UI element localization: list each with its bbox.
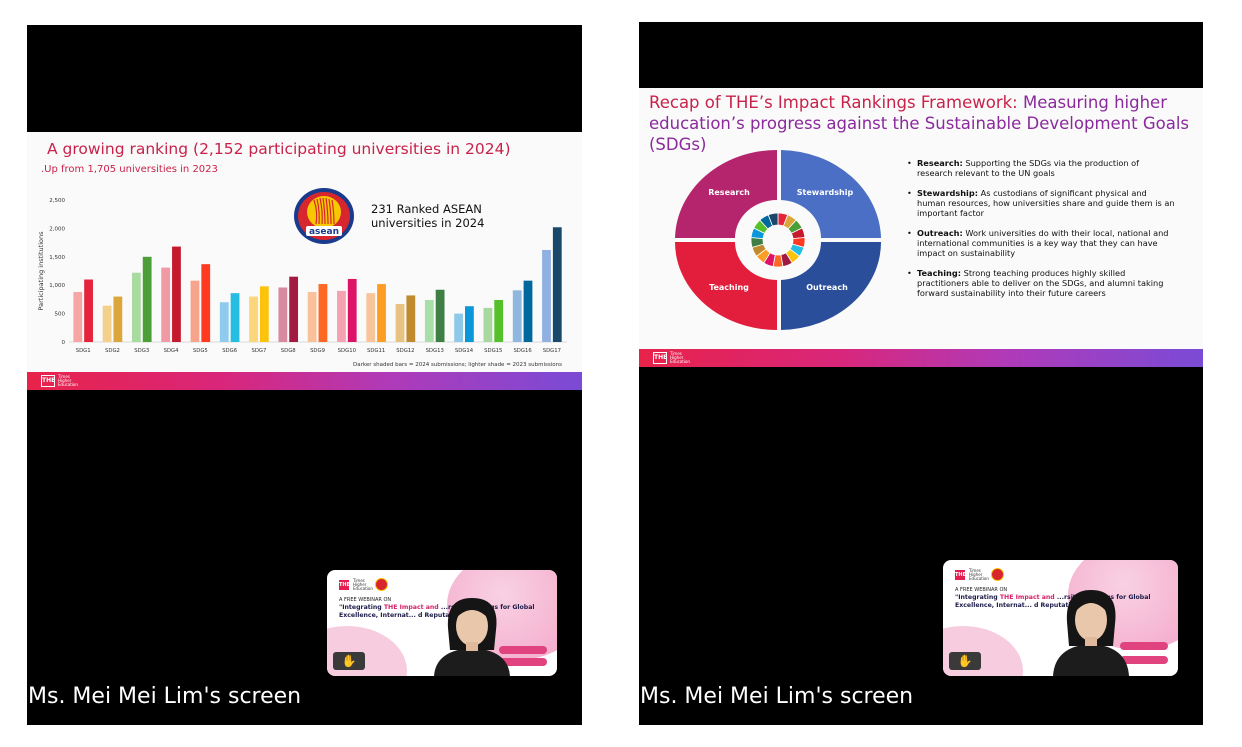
x-tick-label: SDG12 <box>396 348 414 354</box>
screen-share-label: Ms. Mei Mei Lim's screen <box>28 684 302 709</box>
bar-2024-SDG17 <box>552 227 562 342</box>
the-logo: THE Times Higher Education <box>653 351 690 364</box>
speaker-video-thumbnail[interactable]: THE Times Higher Education A FREE WEBINA… <box>943 560 1178 676</box>
x-tick-label: SDG6 <box>222 348 238 354</box>
webinar-line1: A FREE WEBINAR ON <box>339 597 392 603</box>
bar-2023-SDG10 <box>337 290 346 342</box>
bar-2023-SDG15 <box>483 307 493 342</box>
bar-2024-SDG13 <box>435 289 445 342</box>
bar-2024-SDG1 <box>84 279 93 342</box>
bar-2024-SDG2 <box>113 296 123 342</box>
bar-2023-SDG11 <box>366 293 376 342</box>
bar-2024-SDG7 <box>259 286 269 342</box>
raise-hand-icon[interactable]: ✋ <box>333 652 365 670</box>
bullet-teaching: Teaching: Strong teaching produces highl… <box>907 268 1175 298</box>
label-teaching: Teaching <box>709 283 749 292</box>
y-tick-label: 0 <box>62 340 66 346</box>
bar-2024-SDG14 <box>465 306 474 342</box>
webinar-line1: A FREE WEBINAR ON <box>955 587 1008 593</box>
bar-2024-SDG4 <box>172 246 181 342</box>
bar-2024-SDG3 <box>142 256 152 342</box>
slide-footer-bar: THE Times Higher Education <box>27 372 582 390</box>
y-tick-label: 2,000 <box>49 226 65 232</box>
speaker-person <box>434 598 510 676</box>
right-screen-share-panel: Recap of THE’s Impact Rankings Framework… <box>639 22 1203 725</box>
left-screen-share-panel: A growing ranking (2,152 participating u… <box>27 25 582 725</box>
x-tick-label: SDG14 <box>455 348 474 354</box>
bullet-research: Research: Supporting the SDGs via the pr… <box>907 158 1175 178</box>
slide-footer-bar: THE Times Higher Education <box>639 349 1203 367</box>
bar-2024-SDG15 <box>494 299 504 342</box>
raise-hand-icon[interactable]: ✋ <box>949 652 981 670</box>
impact-framework-slide: Recap of THE’s Impact Rankings Framework… <box>639 88 1203 350</box>
y-tick-label: 1,000 <box>49 283 65 289</box>
label-stewardship: Stewardship <box>797 188 854 197</box>
bar-2023-SDG1 <box>73 292 83 342</box>
framework-bullets: Research: Supporting the SDGs via the pr… <box>907 158 1175 308</box>
bar-2024-SDG10 <box>347 278 357 342</box>
bar-2024-SDG8 <box>289 276 299 342</box>
bar-2023-SDG4 <box>161 267 171 342</box>
bar-2023-SDG12 <box>395 303 405 342</box>
bar-2024-SDG9 <box>318 284 328 342</box>
bar-2023-SDG13 <box>424 299 434 342</box>
sdg-bar-chart: Participating institutions 0 500 1,000 1,500… <box>37 198 567 354</box>
x-tick-label: SDG13 <box>426 348 444 354</box>
x-tick-label: SDG9 <box>310 348 325 354</box>
ranking-slide: A growing ranking (2,152 participating u… <box>27 132 582 390</box>
sdg-wheel-diagram: Research Stewardship Teaching Outreach <box>675 150 881 330</box>
x-tick-label: SDG5 <box>193 348 208 354</box>
webinar-logos: THE Times Higher Education <box>955 568 1004 581</box>
x-tick-label: SDG3 <box>134 348 149 354</box>
speaker-video-thumbnail[interactable]: THE Times Higher Education A FREE WEBINA… <box>327 570 557 676</box>
x-tick-label: SDG7 <box>251 348 266 354</box>
bullet-stewardship: Stewardship: As custodians of significan… <box>907 188 1175 218</box>
chart-subtitle: .Up from 1,705 universities in 2023 <box>41 164 218 175</box>
slide-title: Recap of THE’s Impact Rankings Framework… <box>649 93 1190 154</box>
x-tick-label: SDG16 <box>513 348 532 354</box>
bar-2024-SDG11 <box>377 284 386 342</box>
label-research: Research <box>708 188 750 197</box>
x-tick-label: SDG8 <box>281 348 297 354</box>
bar-2023-SDG14 <box>454 313 464 342</box>
bar-2023-SDG8 <box>278 287 288 342</box>
bar-2024-SDG12 <box>406 295 416 342</box>
bar-2023-SDG17 <box>542 249 551 342</box>
webinar-logos: THE Times Higher Education <box>339 578 388 591</box>
bar-2024-SDG6 <box>230 293 240 342</box>
bar-2023-SDG5 <box>190 280 200 342</box>
x-tick-label: SDG17 <box>543 348 561 354</box>
bar-2023-SDG7 <box>249 296 258 342</box>
the-logo: THE Times Higher Education <box>41 374 78 387</box>
speaker-person <box>1053 590 1129 676</box>
bar-2024-SDG5 <box>201 264 211 342</box>
x-tick-label: SDG15 <box>484 348 502 354</box>
bar-2023-SDG6 <box>219 302 229 342</box>
y-tick-label: 1,500 <box>49 255 65 261</box>
bullet-outreach: Outreach: Work universities do with thei… <box>907 228 1175 258</box>
sdg-color-ring <box>750 212 806 268</box>
bar-2024-SDG16 <box>523 280 533 342</box>
x-tick-label: SDG4 <box>164 348 180 354</box>
x-tick-label: SDG2 <box>105 348 120 354</box>
chart-title: A growing ranking (2,152 participating u… <box>47 140 511 158</box>
screen-share-label: Ms. Mei Mei Lim's screen <box>640 684 914 709</box>
y-axis-label: Participating institutions <box>37 231 45 311</box>
bar-2023-SDG9 <box>307 292 317 342</box>
x-tick-label: SDG11 <box>367 348 385 354</box>
bar-2023-SDG3 <box>131 272 141 342</box>
chart-legend-note: Darker shaded bars = 2024 submissions; l… <box>353 362 562 368</box>
x-tick-label: SDG10 <box>338 348 357 354</box>
x-tick-label: SDG1 <box>76 348 91 354</box>
y-tick-label: 500 <box>55 312 66 318</box>
bar-2023-SDG2 <box>102 305 112 342</box>
bar-2023-SDG16 <box>512 290 522 342</box>
y-tick-label: 2,500 <box>49 198 65 204</box>
label-outreach: Outreach <box>806 283 848 292</box>
